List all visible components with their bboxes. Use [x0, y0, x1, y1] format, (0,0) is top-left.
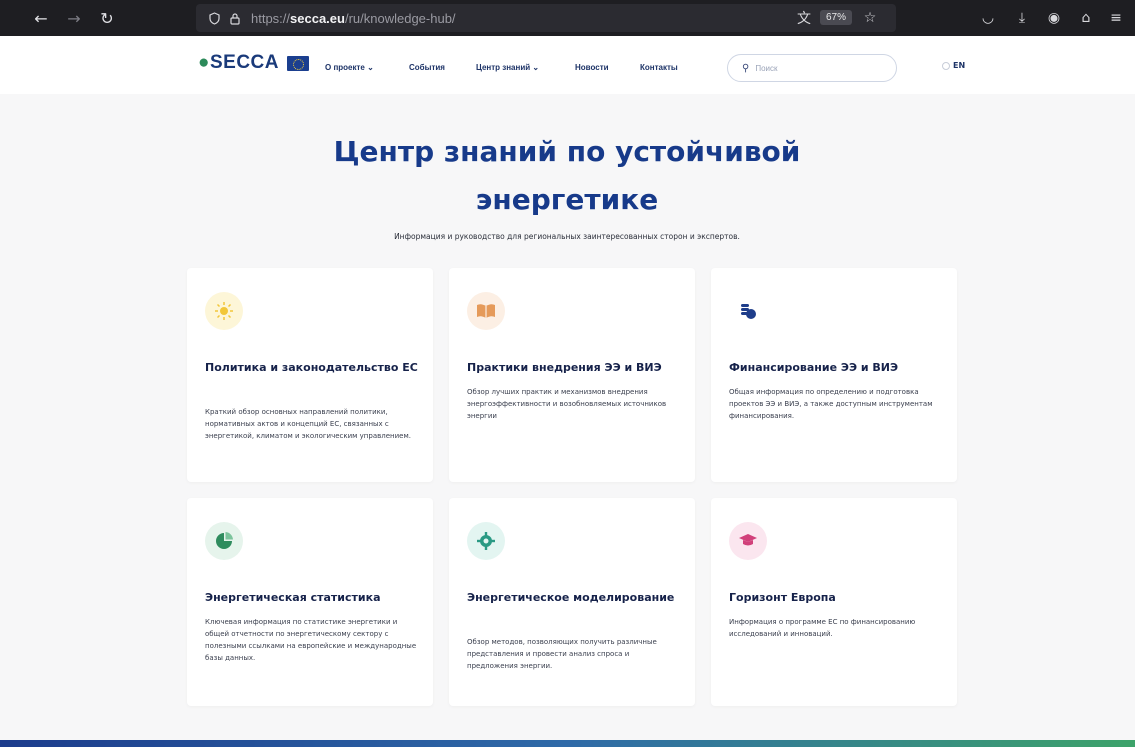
account-icon[interactable]: ◉ — [1044, 8, 1064, 28]
url-text: https://secca.eu/ru/knowledge-hub/ — [251, 10, 456, 26]
language-switch[interactable]: EN — [942, 61, 965, 70]
extensions-icon[interactable]: ⌂ — [1076, 8, 1096, 28]
card-title: Энергетическая статистика — [205, 591, 381, 604]
nav-news[interactable]: Новости — [575, 63, 609, 72]
globe-icon — [942, 61, 950, 70]
browser-toolbar: ← → ↻ https://secca.eu/ru/knowledge-hub/… — [0, 0, 1135, 36]
eu-flag-icon — [287, 55, 309, 71]
nav-about[interactable]: О проекте ⌄ — [325, 63, 374, 72]
card-ee-re-financing[interactable]: Финансирование ЭЭ и ВИЭ Общая информация… — [711, 268, 957, 482]
card-horizon-europe[interactable]: Горизонт Европа Информация о программе Е… — [711, 498, 957, 706]
nav-knowledge-hub[interactable]: Центр знаний ⌄ — [476, 63, 539, 72]
book-icon — [467, 292, 505, 330]
card-title: Практики внедрения ЭЭ и ВИЭ — [467, 361, 662, 374]
gear-icon — [467, 522, 505, 560]
footer-gradient-strip — [0, 740, 1135, 747]
nav-contacts[interactable]: Контакты — [640, 63, 678, 72]
card-description: Обзор лучших практик и механизмов внедре… — [467, 388, 667, 420]
page-title-line2: энергетике — [475, 183, 659, 216]
menu-icon[interactable]: ≡ — [1106, 8, 1126, 28]
card-description: Ключевая информация по статистике энерге… — [205, 618, 417, 662]
card-title: Финансирование ЭЭ и ВИЭ — [729, 361, 899, 374]
shield-icon — [209, 11, 220, 25]
translate-icon[interactable]: 文 — [794, 8, 814, 28]
language-label: EN — [953, 61, 966, 70]
page-title: Центр знаний по устойчивой энергетике — [240, 128, 894, 224]
graduation-cap-icon — [729, 522, 767, 560]
card-ee-re-practices[interactable]: Практики внедрения ЭЭ и ВИЭ Обзор лучших… — [449, 268, 695, 482]
card-title: Энергетическое моделирование — [467, 591, 675, 604]
coins-icon — [729, 292, 767, 330]
search-input[interactable] — [755, 63, 876, 73]
card-description: Обзор методов, позволяющих получить разл… — [467, 638, 657, 670]
card-energy-statistics[interactable]: Энергетическая статистика Ключевая инфор… — [187, 498, 433, 706]
card-description: Краткий обзор основных направлений полит… — [205, 408, 411, 440]
lock-icon — [230, 12, 240, 25]
card-title: Горизонт Европа — [729, 591, 836, 604]
pie-chart-icon — [205, 522, 243, 560]
search-icon: ⚲ — [742, 62, 750, 74]
card-energy-modeling[interactable]: Энергетическое моделирование Обзор метод… — [449, 498, 695, 706]
zoom-level-badge[interactable]: 67% — [820, 10, 853, 25]
site-header: ●SECCA О проекте ⌄ События Центр знаний … — [0, 36, 1135, 94]
card-description: Общая информация по определению и подгот… — [729, 388, 933, 420]
page-title-line1: Центр знаний по устойчивой — [333, 135, 801, 168]
sun-icon — [205, 292, 243, 330]
page-subtitle: Информация и руководство для региональны… — [394, 232, 740, 241]
pocket-icon[interactable]: ◡ — [978, 8, 998, 28]
download-icon[interactable]: ⤓ — [1012, 8, 1032, 28]
reload-icon[interactable]: ↻ — [96, 7, 118, 29]
nav-events[interactable]: События — [409, 63, 445, 72]
secca-logo[interactable]: ●SECCA — [198, 52, 309, 74]
logo-text: ●SECCA — [198, 52, 279, 73]
bookmark-star-icon[interactable]: ☆ — [860, 8, 880, 28]
address-bar[interactable]: https://secca.eu/ru/knowledge-hub/ 文 67%… — [196, 4, 896, 32]
forward-icon[interactable]: → — [63, 7, 85, 29]
back-icon[interactable]: ← — [30, 7, 52, 29]
search-box[interactable]: ⚲ — [727, 54, 897, 82]
card-description: Информация о программе ЕС по финансирова… — [729, 618, 916, 638]
card-title: Политика и законодательство ЕС — [205, 361, 418, 374]
card-eu-policy[interactable]: Политика и законодательство ЕС Краткий о… — [187, 268, 433, 482]
